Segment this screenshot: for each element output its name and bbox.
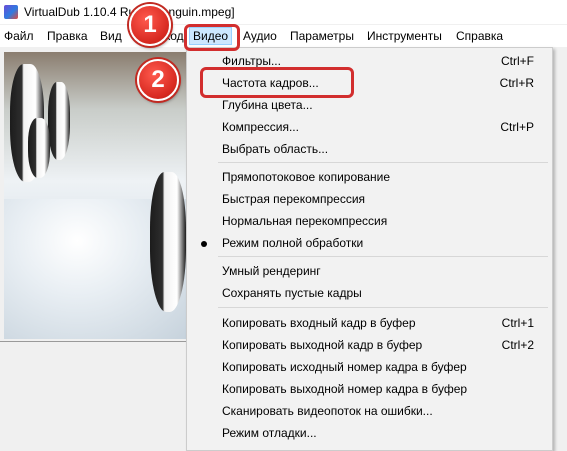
menu-item-shortcut: Ctrl+1 <box>501 316 534 330</box>
step-2-badge: 2 <box>137 59 179 101</box>
menu-item-select-range[interactable]: Выбрать область... <box>187 138 552 160</box>
menu-separator <box>218 162 548 163</box>
menu-item-copy-output-frame-number[interactable]: Копировать выходной номер кадра в буфер <box>187 378 552 400</box>
menu-item-label: Копировать исходный номер кадра в буфер <box>222 360 467 374</box>
menu-item-normal-recompress[interactable]: Нормальная перекомпрессия <box>187 210 552 232</box>
menu-item-fast-recompress[interactable]: Быстрая перекомпрессия <box>187 188 552 210</box>
virtualdub-app-icon <box>4 5 18 19</box>
menu-item-shortcut: Ctrl+R <box>499 76 534 90</box>
menu-item-label: Быстрая перекомпрессия <box>222 192 366 206</box>
menu-item-full-processing[interactable]: Режим полной обработки <box>187 232 552 254</box>
menu-help[interactable]: Справка <box>453 28 506 44</box>
menu-view[interactable]: Вид <box>97 28 125 44</box>
menu-item-direct-stream-copy[interactable]: Прямопотоковое копирование <box>187 166 552 188</box>
menu-item-label: Глубина цвета... <box>222 98 313 112</box>
penguin-figure <box>48 82 70 160</box>
menu-item-label: Режим полной обработки <box>222 236 364 250</box>
menu-item-label: Нормальная перекомпрессия <box>222 214 388 228</box>
frame-rate-highlight-ring <box>200 67 354 98</box>
menu-separator <box>218 256 548 257</box>
menu-item-copy-input-frame[interactable]: Копировать входный кадр в буфер Ctrl+1 <box>187 312 552 334</box>
menu-item-shortcut: Ctrl+2 <box>501 338 534 352</box>
menu-item-scan-errors[interactable]: Сканировать видеопоток на ошибки... <box>187 400 552 422</box>
menu-separator <box>218 307 548 308</box>
menu-item-label: Прямопотоковое копирование <box>222 170 391 184</box>
menu-item-shortcut: Ctrl+F <box>501 54 534 68</box>
menu-item-copy-source-frame-number[interactable]: Копировать исходный номер кадра в буфер <box>187 356 552 378</box>
menu-item-label: Фильтры... <box>222 54 281 68</box>
menu-item-label: Выбрать область... <box>222 142 329 156</box>
video-menu-highlight-ring <box>184 24 240 51</box>
menu-item-label: Режим отладки... <box>222 426 317 440</box>
menu-item-label: Умный рендеринг <box>222 264 321 278</box>
menu-item-label: Сканировать видеопоток на ошибки... <box>222 404 433 418</box>
menu-tools[interactable]: Инструменты <box>364 28 445 44</box>
menu-edit[interactable]: Правка <box>44 28 91 44</box>
menu-audio[interactable]: Аудио <box>240 28 280 44</box>
divider <box>0 341 190 342</box>
menu-item-label: Сохранять пустые кадры <box>222 286 362 300</box>
menu-options[interactable]: Параметры <box>287 28 357 44</box>
menu-item-smart-rendering[interactable]: Умный рендеринг <box>187 260 552 282</box>
menu-item-label: Компрессия... <box>222 120 299 134</box>
video-menu-dropdown: Фильтры... Ctrl+F Частота кадров... Ctrl… <box>186 47 553 451</box>
penguin-figure <box>28 118 50 178</box>
menu-item-debug-mode[interactable]: Режим отладки... <box>187 422 552 444</box>
menu-item-label: Копировать выходной номер кадра в буфер <box>222 382 468 396</box>
title-bar: VirtualDub 1.10.4 Rus - [penguin.mpeg] <box>0 0 567 24</box>
menu-item-label: Копировать выходной кадр в буфер <box>222 338 423 352</box>
menu-item-copy-output-frame[interactable]: Копировать выходной кадр в буфер Ctrl+2 <box>187 334 552 356</box>
menu-item-label: Копировать входный кадр в буфер <box>222 316 416 330</box>
menu-item-shortcut: Ctrl+P <box>500 120 534 134</box>
step-1-badge: 1 <box>129 4 171 46</box>
menu-bar: Файл Правка Вид Переход Видео Аудио Пара… <box>0 25 567 48</box>
menu-item-preserve-empty-frames[interactable]: Сохранять пустые кадры <box>187 282 552 304</box>
menu-file[interactable]: Файл <box>1 28 37 44</box>
menu-item-compression[interactable]: Компрессия... Ctrl+P <box>187 116 552 138</box>
penguin-figure <box>150 172 186 312</box>
radio-bullet-icon <box>201 241 207 247</box>
